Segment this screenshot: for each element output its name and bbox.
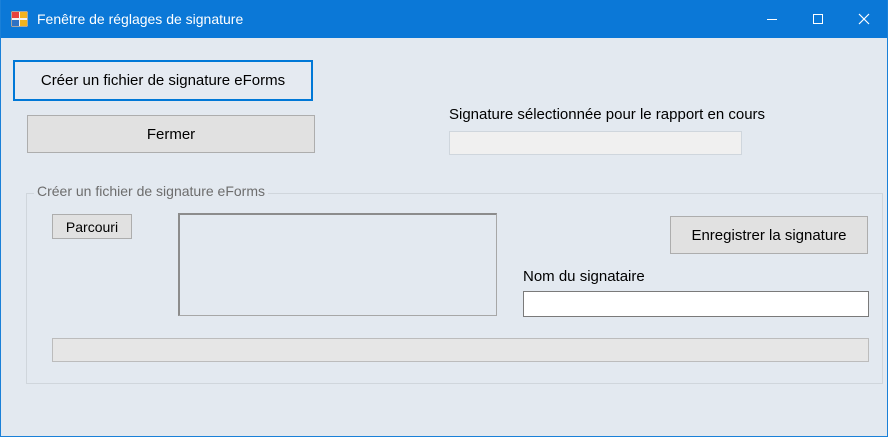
window-title: Fenêtre de réglages de signature [37, 11, 244, 27]
close-button[interactable]: Fermer [27, 115, 315, 153]
browse-button[interactable]: Parcouri [52, 214, 132, 239]
app-icon [10, 10, 29, 28]
progress-bar [52, 338, 869, 362]
maximize-icon [813, 14, 823, 24]
selected-signature-label: Signature sélectionnée pour le rapport e… [449, 106, 766, 123]
maximize-button[interactable] [795, 0, 841, 38]
close-icon [858, 13, 870, 25]
signer-name-input[interactable] [523, 291, 869, 317]
close-window-button[interactable] [841, 0, 887, 38]
selected-signature-field[interactable] [449, 131, 742, 155]
create-signature-file-button[interactable]: Créer un fichier de signature eForms [13, 60, 313, 101]
title-bar[interactable]: Fenêtre de réglages de signature [1, 0, 887, 38]
minimize-button[interactable] [749, 0, 795, 38]
signature-preview-box [178, 213, 497, 316]
signer-name-label: Nom du signataire [523, 268, 645, 285]
save-signature-button[interactable]: Enregistrer la signature [670, 216, 868, 254]
groupbox-title: Créer un fichier de signature eForms [34, 183, 268, 199]
signature-settings-window: Fenêtre de réglages de signature Créer u… [0, 0, 888, 437]
minimize-icon [767, 19, 777, 20]
